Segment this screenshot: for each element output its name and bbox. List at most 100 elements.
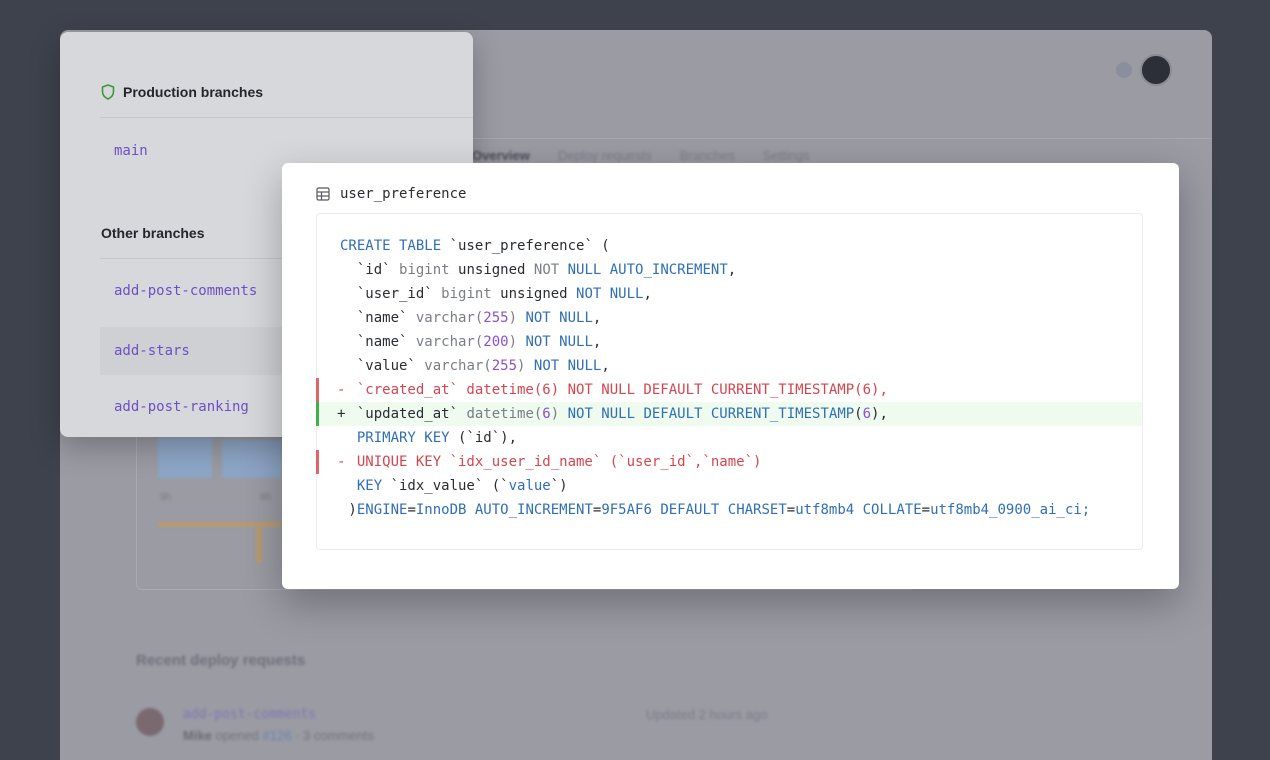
code-line: `value` varchar(255) NOT NULL, (317, 354, 1142, 378)
code-token: , (592, 310, 602, 326)
code-token: ) (550, 406, 568, 422)
added-line: + `updated_at` datetime(6) NOT NULL DEFA… (316, 402, 1142, 426)
code-token: KEY (340, 478, 391, 494)
code-text: )ENGINE=InnoDB AUTO_INCREMENT=9F5AF6 DEF… (340, 498, 1090, 522)
code-token: `updated_at` (340, 406, 467, 422)
code-line: )ENGINE=InnoDB AUTO_INCREMENT=9F5AF6 DEF… (317, 498, 1142, 522)
code-token: `name` (340, 310, 416, 326)
code-token: `) (550, 478, 568, 494)
code-line: `user_id` bigint unsigned NOT NULL, (317, 282, 1142, 306)
code-token: bigint (441, 286, 501, 302)
code-token: CREATE TABLE (340, 238, 450, 254)
code-text: `value` varchar(255) NOT NULL, (340, 354, 610, 378)
code-token: ), (871, 406, 888, 422)
code-token: ) (517, 358, 534, 374)
code-line: CREATE TABLE `user_preference` ( (317, 234, 1142, 258)
other-branches-title: Other branches (101, 225, 205, 241)
code-token: `value` (340, 358, 425, 374)
table-icon (316, 187, 330, 201)
deploy-request-meta: Mike opened #126 · 3 comments (183, 728, 374, 743)
code-token: `idx_value` (` (390, 478, 509, 494)
schema-code-block: CREATE TABLE `user_preference` ( `id` bi… (316, 213, 1143, 550)
code-token: varchar( (424, 358, 492, 374)
code-token: , (592, 334, 602, 350)
code-token: 6 (862, 406, 872, 422)
code-token: = (921, 502, 931, 518)
divider (100, 117, 473, 118)
tab-branches[interactable]: Branches (680, 148, 735, 163)
tab-overview[interactable]: Overview (472, 148, 530, 163)
code-token: NOT (533, 262, 568, 278)
production-branches-title: Production branches (123, 84, 264, 100)
deploy-request-number[interactable]: #126 (263, 728, 292, 743)
code-token: 255 (483, 310, 509, 326)
schema-diff-modal: user_preference CREATE TABLE `user_prefe… (282, 163, 1179, 589)
code-text: CREATE TABLE `user_preference` ( (340, 234, 610, 258)
deleted-line: - UNIQUE KEY `idx_user_id_name` (`user_i… (316, 450, 1142, 474)
code-token: `user_preference` ( (449, 238, 610, 254)
deleted-line: - `created_at` datetime(6) NOT NULL DEFA… (316, 378, 1142, 402)
code-line: `name` varchar(200) NOT NULL, (317, 330, 1142, 354)
code-token: NOT NULL (525, 310, 593, 326)
deploy-request-action: opened (215, 728, 259, 743)
code-token: ( (854, 406, 863, 422)
code-token: , (643, 286, 652, 302)
code-token: utf8mb4_0900_ai_ci; (930, 502, 1091, 518)
code-text: `id` bigint unsigned NOT NULL AUTO_INCRE… (340, 258, 736, 282)
code-line: KEY `idx_value` (`value`) (317, 474, 1142, 498)
code-token: NOT NULL DEFAULT CURRENT_TIMESTAMP (567, 406, 855, 422)
code-token: varchar( (415, 310, 484, 326)
section-title: Recent deploy requests (136, 652, 306, 669)
code-token: 9F5AF6 DEFAULT CHARSET (601, 502, 787, 518)
code-line: `id` bigint unsigned NOT NULL AUTO_INCRE… (317, 258, 1142, 282)
user-avatar[interactable] (1140, 54, 1172, 86)
code-text: `name` varchar(200) NOT NULL, (340, 330, 601, 354)
table-name: user_preference (340, 186, 467, 202)
project-tabs: Overview Deploy requests Branches Settin… (472, 148, 810, 163)
code-token: , (727, 262, 737, 278)
code-token: = (407, 502, 416, 518)
chart-bar (222, 440, 282, 478)
code-token: ENGINE (356, 502, 408, 518)
code-token: bigint (399, 262, 459, 278)
deploy-request-branch[interactable]: add-post-comments (183, 707, 316, 722)
code-token: = (786, 502, 796, 518)
code-token: ) (508, 334, 526, 350)
code-token: 6 (542, 406, 551, 422)
code-text: `name` varchar(255) NOT NULL, (340, 306, 601, 330)
code-token: 255 (491, 358, 518, 374)
code-token: 200 (483, 334, 509, 350)
code-text: `created_at` datetime(6) NOT NULL DEFAUL… (340, 378, 888, 402)
code-text: UNIQUE KEY `idx_user_id_name` (`user_id`… (340, 450, 762, 474)
code-token: NOT NULL (525, 334, 593, 350)
code-token: InnoDB AUTO_INCREMENT (415, 502, 593, 518)
shield-icon (101, 84, 115, 100)
code-text: `updated_at` datetime(6) NOT NULL DEFAUL… (340, 402, 888, 426)
tab-deploy-requests[interactable]: Deploy requests (558, 148, 652, 163)
chart-tick: 9h (160, 492, 172, 503)
code-token: UNIQUE KEY `idx_user_id_name` (`user_id`… (340, 454, 762, 470)
code-token: utf8mb4 COLLATE (795, 502, 922, 518)
code-token: PRIMARY KEY (340, 430, 459, 446)
tab-settings[interactable]: Settings (763, 148, 810, 163)
code-text: PRIMARY KEY (`id`), (340, 426, 517, 450)
code-token: (`id`), (458, 430, 518, 446)
code-token: `created_at` datetime(6) NOT NULL DEFAUL… (340, 382, 888, 398)
production-branches-header: Production branches (101, 84, 263, 100)
code-token: unsigned (500, 286, 577, 302)
code-token: NOT NULL (576, 286, 644, 302)
code-token: `user_id` (340, 286, 442, 302)
code-token: `id` (340, 262, 400, 278)
code-token: NULL AUTO_INCREMENT (567, 262, 728, 278)
deploy-request-updated: Updated 2 hours ago (646, 707, 768, 722)
spinner-icon (1116, 62, 1132, 78)
code-text: KEY `idx_value` (`value`) (340, 474, 568, 498)
author-avatar (136, 708, 164, 736)
code-token: `name` (340, 334, 416, 350)
chart-bar (256, 527, 262, 563)
other-branches-header: Other branches (101, 225, 204, 241)
chart-tick: 8h (260, 492, 272, 503)
code-token: value (508, 478, 551, 494)
deploy-request-comments: 3 comments (303, 728, 374, 743)
code-token: datetime( (466, 406, 543, 422)
